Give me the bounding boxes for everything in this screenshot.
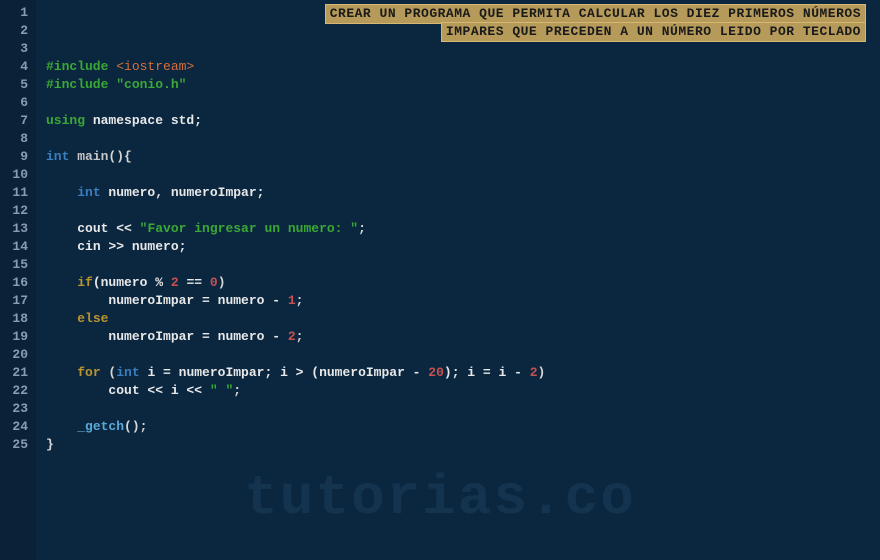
line-number: 19 <box>0 328 28 346</box>
line-number: 24 <box>0 418 28 436</box>
code-line: for (int i = numeroImpar; i > (numeroImp… <box>46 364 880 382</box>
line-number: 11 <box>0 184 28 202</box>
line-number: 12 <box>0 202 28 220</box>
line-number: 1 <box>0 4 28 22</box>
code-line: numeroImpar = numero - 2; <box>46 328 880 346</box>
line-number: 6 <box>0 94 28 112</box>
line-number: 21 <box>0 364 28 382</box>
code-line <box>46 40 880 58</box>
code-line: if(numero % 2 == 0) <box>46 274 880 292</box>
line-number: 20 <box>0 346 28 364</box>
code-line: cin >> numero; <box>46 238 880 256</box>
code-line: #include <iostream> <box>46 58 880 76</box>
code-content[interactable]: CREAR UN PROGRAMA QUE PERMITA CALCULAR L… <box>36 0 880 560</box>
line-number: 4 <box>0 58 28 76</box>
line-number: 17 <box>0 292 28 310</box>
line-number: 22 <box>0 382 28 400</box>
comment-highlight: CREAR UN PROGRAMA QUE PERMITA CALCULAR L… <box>325 4 866 24</box>
line-number: 25 <box>0 436 28 454</box>
line-number: 7 <box>0 112 28 130</box>
code-line <box>46 166 880 184</box>
comment-highlight: IMPARES QUE PRECEDEN A UN NÚMERO LEIDO P… <box>441 22 866 42</box>
line-number: 18 <box>0 310 28 328</box>
code-line <box>46 256 880 274</box>
code-line <box>46 130 880 148</box>
line-number: 2 <box>0 22 28 40</box>
code-line: cout << "Favor ingresar un numero: "; <box>46 220 880 238</box>
line-number: 16 <box>0 274 28 292</box>
line-number: 14 <box>0 238 28 256</box>
code-line <box>46 202 880 220</box>
line-number: 15 <box>0 256 28 274</box>
code-line: IMPARES QUE PRECEDEN A UN NÚMERO LEIDO P… <box>46 22 880 40</box>
code-line: } <box>46 436 880 454</box>
code-line: cout << i << " "; <box>46 382 880 400</box>
code-line: int numero, numeroImpar; <box>46 184 880 202</box>
code-line: numeroImpar = numero - 1; <box>46 292 880 310</box>
code-line: int main(){ <box>46 148 880 166</box>
line-number: 10 <box>0 166 28 184</box>
code-line <box>46 346 880 364</box>
code-editor: 1 2 3 4 5 6 7 8 9 10 11 12 13 14 15 16 1… <box>0 0 880 560</box>
code-line: CREAR UN PROGRAMA QUE PERMITA CALCULAR L… <box>46 4 880 22</box>
code-line: #include "conio.h" <box>46 76 880 94</box>
line-number: 3 <box>0 40 28 58</box>
code-line <box>46 400 880 418</box>
line-number-gutter: 1 2 3 4 5 6 7 8 9 10 11 12 13 14 15 16 1… <box>0 0 36 560</box>
code-line <box>46 94 880 112</box>
code-line: _getch(); <box>46 418 880 436</box>
line-number: 9 <box>0 148 28 166</box>
line-number: 13 <box>0 220 28 238</box>
line-number: 8 <box>0 130 28 148</box>
line-number: 5 <box>0 76 28 94</box>
code-line: using namespace std; <box>46 112 880 130</box>
line-number: 23 <box>0 400 28 418</box>
code-line: else <box>46 310 880 328</box>
